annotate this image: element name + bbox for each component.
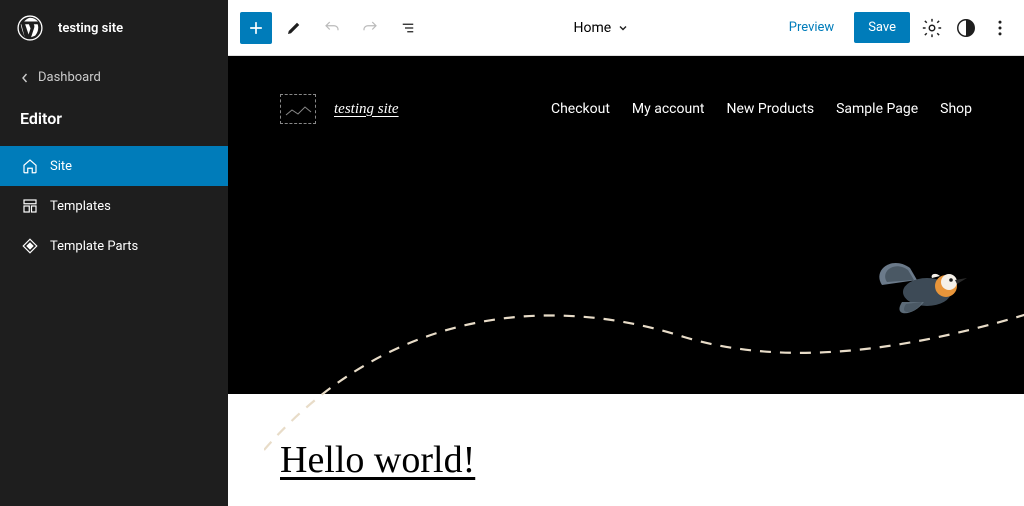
topbar-actions: Preview Save [779,12,1012,43]
bird-illustration [872,250,972,332]
nav-link[interactable]: New Products [727,101,815,117]
diamond-icon [20,236,40,256]
sidebar-item-label: Site [50,159,72,174]
editor-heading: Editor [0,95,228,146]
site-identity: testing site [280,94,399,124]
site-logo-placeholder[interactable] [280,94,316,124]
primary-nav: Checkout My account New Products Sample … [551,101,972,117]
sidebar-item-label: Template Parts [50,239,138,254]
site-name[interactable]: testing site [58,21,123,36]
admin-sidebar: testing site Dashboard Editor Site Templ… [0,0,228,506]
editor-canvas[interactable]: testing site Checkout My account New Pro… [228,56,1024,506]
topbar-tools [240,12,424,44]
styles-button[interactable] [954,16,978,40]
wordpress-logo-icon[interactable] [16,14,44,42]
add-block-button[interactable] [240,12,272,44]
edit-tool-button[interactable] [278,12,310,44]
sidebar-header: testing site [0,0,228,56]
more-options-button[interactable] [988,16,1012,40]
nav-link[interactable]: Shop [940,101,972,117]
undo-button [316,12,348,44]
settings-button[interactable] [920,16,944,40]
sidebar-item-template-parts[interactable]: Template Parts [0,226,228,266]
site-title-link[interactable]: testing site [334,101,399,118]
main-area: Home Preview Save testing site Checkout [228,0,1024,506]
layout-icon [20,196,40,216]
home-icon [20,156,40,176]
sidebar-item-site[interactable]: Site [0,146,228,186]
sidebar-item-label: Templates [50,199,111,214]
document-selector[interactable]: Home [424,20,779,36]
sidebar-item-templates[interactable]: Templates [0,186,228,226]
document-name: Home [574,20,612,36]
back-label: Dashboard [38,70,101,85]
back-to-dashboard[interactable]: Dashboard [0,56,228,95]
editor-topbar: Home Preview Save [228,0,1024,56]
list-view-button[interactable] [392,12,424,44]
chevron-left-icon [20,73,30,83]
site-header-block[interactable]: testing site Checkout My account New Pro… [228,56,1024,394]
chevron-down-icon [617,22,629,34]
nav-link[interactable]: Checkout [551,101,610,117]
nav-link[interactable]: My account [632,101,705,117]
header-row: testing site Checkout My account New Pro… [280,94,972,124]
save-button[interactable]: Save [854,12,910,43]
nav-link[interactable]: Sample Page [836,101,918,117]
preview-button[interactable]: Preview [779,14,844,41]
redo-button [354,12,386,44]
